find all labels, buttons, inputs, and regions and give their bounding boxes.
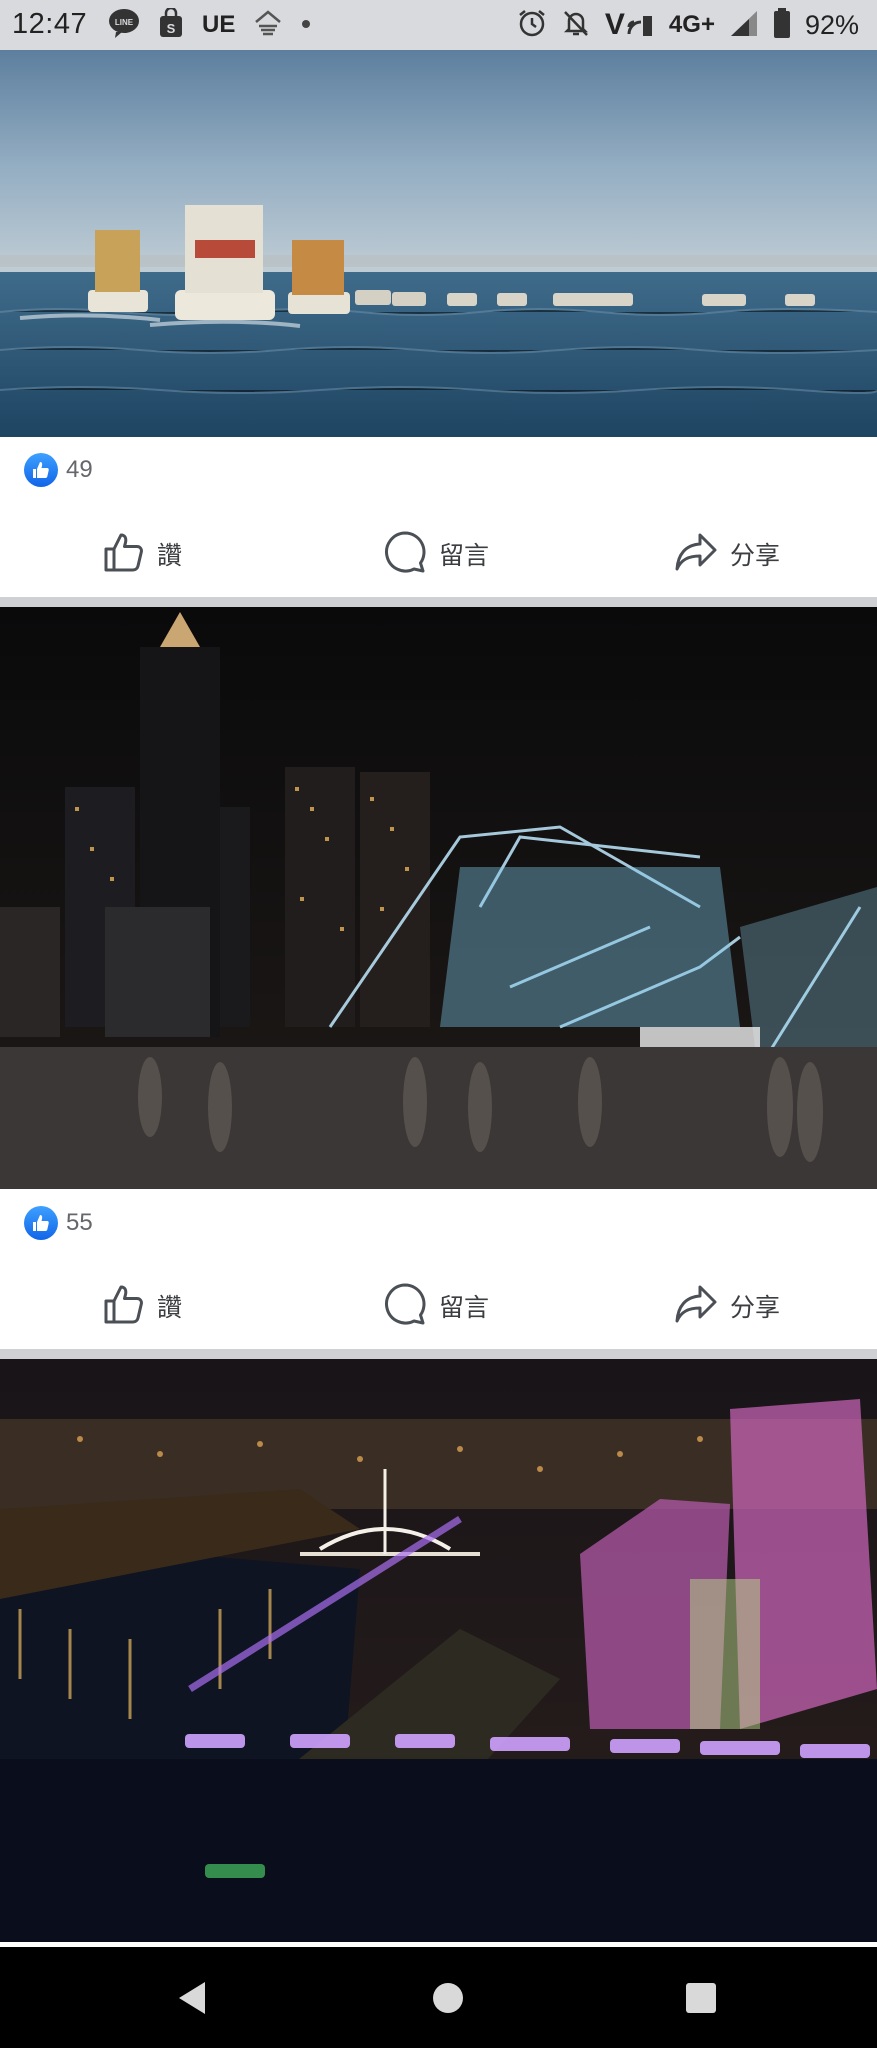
post-2-actions: 讚 留言 分享 [0, 1276, 877, 1336]
signal-icon [729, 9, 759, 42]
mute-icon [561, 8, 591, 43]
share-label: 分享 [730, 1294, 781, 1322]
back-icon[interactable] [173, 1977, 215, 2019]
comment-button[interactable]: 留言 [383, 1276, 489, 1336]
weather-icon [253, 8, 283, 43]
like-label: 讚 [157, 542, 183, 570]
shopping-bag-icon: S [158, 6, 184, 43]
svg-text:S: S [167, 21, 176, 36]
share-button[interactable]: 分享 [674, 524, 780, 584]
like-reaction-icon [24, 453, 58, 487]
like-count: 55 [66, 1209, 93, 1236]
lit-boats-night-harbor-photo[interactable] [0, 607, 877, 1189]
comment-label: 留言 [439, 542, 490, 570]
line-icon: LINE [108, 8, 140, 43]
status-bar: 12:47 LINE S UE V 4G+ 92% [0, 0, 877, 50]
status-time: 12:47 [12, 8, 88, 40]
comment-button[interactable]: 留言 [383, 524, 489, 584]
like-count: 49 [66, 456, 93, 483]
share-icon [674, 531, 718, 578]
post-divider [0, 1349, 877, 1359]
ue-icon: UE [202, 11, 236, 38]
navigation-bar [0, 1947, 877, 2048]
battery-icon [773, 7, 791, 43]
svg-text:LINE: LINE [115, 18, 134, 27]
aerial-night-harbor-photo[interactable] [0, 1359, 877, 1942]
comment-label: 留言 [439, 1294, 490, 1322]
post-2-reactions[interactable]: 55 [24, 1205, 93, 1241]
system-icons: V 4G+ 92% [517, 7, 859, 43]
comment-icon [383, 530, 427, 579]
notification-icons: LINE S UE [108, 6, 311, 43]
post-1-actions: 讚 留言 分享 [0, 524, 877, 584]
post-1-reactions[interactable]: 49 [24, 452, 93, 488]
dot-icon [301, 16, 311, 34]
battery-percent: 92% [804, 9, 859, 40]
post-divider [0, 597, 877, 607]
fishing-boats-at-sea-photo[interactable] [0, 50, 877, 437]
share-button[interactable]: 分享 [674, 1276, 780, 1336]
alarm-icon [517, 8, 547, 43]
like-label: 讚 [157, 1294, 183, 1322]
recent-apps-icon[interactable] [680, 1977, 722, 2019]
like-button[interactable]: 讚 [103, 524, 182, 584]
comment-icon [383, 1282, 427, 1331]
like-button[interactable]: 讚 [103, 1276, 182, 1336]
like-reaction-icon [24, 1206, 58, 1240]
thumbs-up-icon [103, 531, 145, 578]
share-label: 分享 [730, 542, 781, 570]
thumbs-up-icon [103, 1283, 145, 1330]
share-icon [674, 1283, 718, 1330]
network-type: 4G+ [668, 11, 715, 38]
volte-wifi-icon: V [605, 8, 655, 42]
home-icon[interactable] [427, 1977, 469, 2019]
